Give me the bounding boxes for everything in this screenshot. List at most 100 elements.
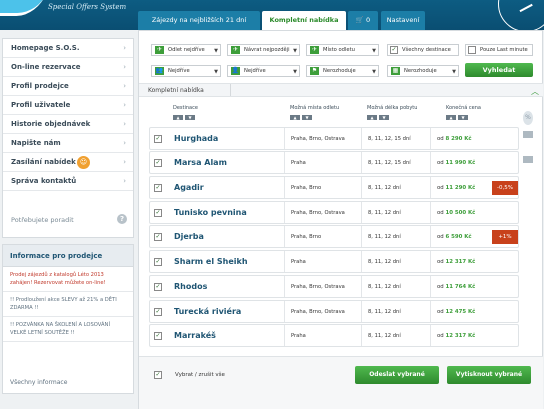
sidebar-item-label: Zasílání nabídek	[11, 158, 76, 166]
adults-select[interactable]: 👥 Nejdříve ▼	[151, 65, 221, 77]
all-info-link[interactable]: Všechny informace	[10, 379, 67, 386]
info-title: Informace pro prodejce	[3, 245, 133, 267]
destination-link[interactable]: Agadir	[174, 183, 204, 192]
table-row[interactable]: ✓ Djerba Praha, Brno 8, 11, 12 dní od 6 590 …	[149, 225, 519, 248]
sidebar-item-user-profile[interactable]: Profil uživatele ›	[3, 96, 133, 115]
discount-badge: -0,5%	[492, 181, 518, 195]
info-news-item[interactable]: Prodej zájezdů z katalogů Léto 2013 zahá…	[3, 267, 133, 292]
row-checkbox[interactable]: ✓	[154, 308, 162, 316]
final-price: od 12 317 Kč	[437, 259, 475, 265]
stay-length: 8, 11, 12 dní	[368, 210, 401, 216]
info-news-item[interactable]: !! Prodloužení akce SLEVY až 21% a DĚTI …	[3, 292, 133, 317]
column-divider	[284, 177, 285, 198]
search-button[interactable]: Vyhledat	[465, 63, 533, 77]
chevron-right-icon: ›	[123, 44, 126, 52]
price-value: 12 475 Kč	[445, 309, 476, 315]
chevron-down-icon: ▼	[293, 69, 297, 75]
destination-link[interactable]: Sharm el Sheikh	[174, 257, 248, 266]
destinations-checkbox[interactable]: ✓	[390, 46, 398, 54]
destination-link[interactable]: Turecká riviéra	[174, 307, 241, 316]
destination-link[interactable]: Marrakéš	[174, 331, 216, 340]
row-checkbox[interactable]: ✓	[154, 258, 162, 266]
sort-asc-icon[interactable]: ▲	[367, 115, 377, 120]
departure-from-select[interactable]: ✈ Odlet nejdříve ▼	[151, 44, 221, 56]
sidebar-item-contacts[interactable]: Správa kontaktů ›	[3, 172, 133, 191]
table-row[interactable]: ✓ Rhodos Praha, Brno, Ostrava 8, 11, 12 dní…	[149, 275, 519, 298]
discount-badge: +1%	[492, 230, 518, 244]
hotel-category-select[interactable]: ▦ Nerozhoduje ▼	[387, 65, 459, 77]
destination-link[interactable]: Tunisko pevnina	[174, 208, 247, 217]
column-divider	[430, 276, 431, 297]
col-departure-places: Možná místa odletu	[290, 105, 340, 111]
sort-desc-icon[interactable]: ▼	[458, 115, 468, 120]
logo[interactable]	[0, 0, 46, 16]
filter-label: Všechny destinace	[402, 47, 451, 53]
table-row[interactable]: ✓ Sharm el Sheikh Praha 8, 11, 12 dní od 12 …	[149, 250, 519, 273]
tab-21-days[interactable]: Zájezdy na nejbližších 21 dní	[138, 11, 260, 30]
table-footer: ✓ Vybrat / zrušit vše Odeslat vybrané Vy…	[139, 356, 543, 409]
tab-settings[interactable]: Nastavení	[381, 11, 425, 30]
destination-link[interactable]: Marsa Alam	[174, 158, 227, 167]
column-divider	[284, 301, 285, 322]
row-checkbox[interactable]: ✓	[154, 209, 162, 217]
print-selected-button[interactable]: Vytisknout vybrané	[447, 366, 531, 384]
table-row[interactable]: ✓ Turecká riviéra Praha, Brno, Ostrava 8, 1…	[149, 300, 519, 323]
departure-places: Praha, Brno, Ostrava	[291, 309, 345, 315]
tab-cart[interactable]: 🛒 0	[348, 11, 378, 30]
hotel-icon: ▦	[391, 67, 400, 75]
row-checkbox[interactable]: ✓	[154, 184, 162, 192]
select-all-checkbox[interactable]: ✓	[154, 371, 162, 379]
info-news-text: !! POZVÁNKA NA ŠKOLENÍ A LOSOVÁNÍ VELKÉ …	[10, 322, 110, 336]
sidebar-item-offer-mailing[interactable]: Zasílání nabídek ☺ ›	[3, 153, 133, 172]
filter-label: Nejdříve	[168, 68, 190, 74]
row-checkbox[interactable]: ✓	[154, 135, 162, 143]
sort-desc-icon[interactable]: ▼	[379, 115, 389, 120]
sidebar-item-label: Profil uživatele	[11, 101, 71, 109]
sort-desc-icon[interactable]: ▼	[302, 115, 312, 120]
table-row[interactable]: ✓ Marrakéš Praha 8, 11, 12 dní od 12 317 Kč	[149, 324, 519, 347]
destination-link[interactable]: Hurghada	[174, 134, 218, 143]
tab-complete-offer[interactable]: Kompletní nabídka	[262, 11, 346, 30]
row-checkbox[interactable]: ✓	[154, 332, 162, 340]
percent-icon[interactable]: %	[523, 111, 533, 125]
column-divider	[361, 202, 362, 223]
row-checkbox[interactable]: ✓	[154, 159, 162, 167]
chevron-up-icon[interactable]: ︿	[531, 86, 539, 97]
sort-asc-icon[interactable]: ▲	[173, 115, 183, 120]
board-select[interactable]: ⚑ Nerozhoduje ▼	[306, 65, 379, 77]
sidebar-item-homepage[interactable]: Homepage S.O.S. ›	[3, 39, 133, 58]
sidebar-item-online-reservation[interactable]: On-line rezervace ›	[3, 58, 133, 77]
table-row[interactable]: ✓ Hurghada Praha, Brno, Ostrava 8, 11, 12, …	[149, 127, 519, 150]
stay-length: 8, 11, 12 dní	[368, 333, 401, 339]
child-select[interactable]: 👤 Nejdříve ▼	[227, 65, 300, 77]
sidebar-item-order-history[interactable]: Historie objednávek ›	[3, 115, 133, 134]
sidebar-item-seller-profile[interactable]: Profil prodejce ›	[3, 77, 133, 96]
table-row[interactable]: ✓ Tunisko pevnina Praha, Brno, Ostrava 8, 1…	[149, 201, 519, 224]
table-row[interactable]: ✓ Agadir Praha, Brno 8, 11, 12 dní od 11 290…	[149, 176, 519, 199]
row-checkbox[interactable]: ✓	[154, 283, 162, 291]
chevron-right-icon: ›	[123, 139, 126, 147]
table-row[interactable]: ✓ Marsa Alam Praha 8, 11, 12, 15 dní od 11 9…	[149, 151, 519, 174]
final-price: od 12 475 Kč	[437, 309, 475, 315]
sidebar-item-write-us[interactable]: Napište nám ›	[3, 134, 133, 153]
destination-link[interactable]: Rhodos	[174, 282, 207, 291]
sort-asc-icon[interactable]: ▲	[290, 115, 300, 120]
last-minute-only[interactable]: Pouze Last minute	[465, 44, 533, 56]
return-by-select[interactable]: ✈ Návrat nejpozději ▼	[227, 44, 300, 56]
list-view-icon[interactable]	[523, 156, 533, 163]
help-link[interactable]: Potřebujete poradit?	[3, 214, 133, 224]
last-minute-checkbox[interactable]	[468, 46, 476, 54]
sort-desc-icon[interactable]: ▼	[185, 115, 195, 120]
departure-places: Praha	[291, 333, 306, 339]
list-view-icon[interactable]	[523, 131, 533, 138]
departure-place-select[interactable]: ✈ Místo odletu ▼	[306, 44, 379, 56]
row-checkbox[interactable]: ✓	[154, 233, 162, 241]
cart-count: 0	[366, 16, 371, 24]
breadcrumb: Kompletní nabídka ︿	[139, 83, 543, 97]
send-selected-button[interactable]: Odeslat vybrané	[355, 366, 439, 384]
destination-link[interactable]: Djerba	[174, 232, 204, 241]
sort-asc-icon[interactable]: ▲	[446, 115, 456, 120]
info-news-item[interactable]: !! POZVÁNKA NA ŠKOLENÍ A LOSOVÁNÍ VELKÉ …	[3, 317, 133, 342]
chevron-right-icon: ›	[123, 177, 126, 185]
destinations-select[interactable]: ✓ Všechny destinace	[387, 44, 459, 56]
